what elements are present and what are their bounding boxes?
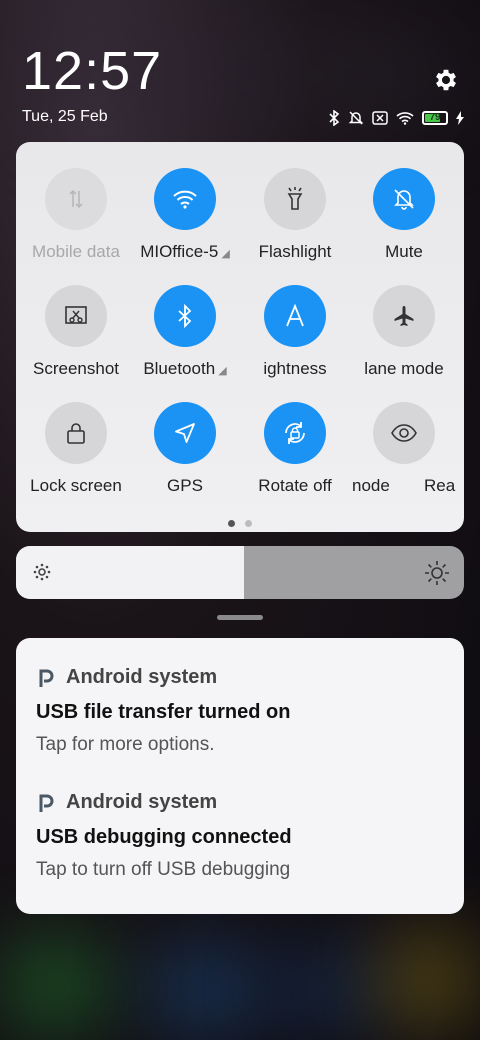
notification-title: USB file transfer turned on <box>36 701 291 723</box>
tile-auto-brightness[interactable]: ightness <box>235 285 355 379</box>
tile-label: ightness <box>263 359 327 378</box>
tile-bluetooth[interactable]: Bluetooth ◢ <box>125 285 245 379</box>
tile-screenshot[interactable]: Screenshot <box>16 285 136 379</box>
notification-item[interactable]: Android system USB file transfer turned … <box>36 666 290 756</box>
notification-body: Tap to turn off USB debugging <box>36 859 291 880</box>
wifi-icon <box>396 112 414 125</box>
tile-lock-screen[interactable]: Lock screen <box>16 402 136 496</box>
tile-label: Lock screen <box>30 476 122 495</box>
expand-triangle-icon[interactable]: ◢ <box>215 365 226 377</box>
tile-label: node <box>352 476 390 495</box>
notification-body: Tap for more options. <box>36 734 215 755</box>
wallpaper-glow <box>380 930 480 1030</box>
no-sim-icon <box>372 111 388 125</box>
mobile-data-icon <box>69 189 83 209</box>
brightness-slider[interactable] <box>16 546 464 599</box>
tile-rotate-lock[interactable]: Rotate off <box>235 402 355 496</box>
gps-icon <box>175 423 195 443</box>
tile-icon-button[interactable] <box>373 168 435 230</box>
date[interactable]: Tue, 25 Feb <box>22 108 108 126</box>
tile-icon-button[interactable] <box>373 285 435 347</box>
tile-icon-button[interactable] <box>154 285 216 347</box>
reading-mode-icon <box>391 424 417 442</box>
wallpaper-glow <box>150 950 260 1030</box>
wallpaper-glow <box>0 940 110 1030</box>
notification-item[interactable]: Android system USB debugging connected T… <box>36 791 292 881</box>
notification-app-name: Android system <box>66 791 218 813</box>
wifi-icon <box>173 190 197 209</box>
brightness-low-icon <box>33 563 51 581</box>
gear-icon[interactable] <box>432 66 460 94</box>
page-dot[interactable] <box>245 520 252 527</box>
tile-icon-button[interactable] <box>45 168 107 230</box>
status-bar-icons: 79 <box>328 108 464 128</box>
notification-card: Android system USB file transfer turned … <box>16 638 464 914</box>
tile-flashlight[interactable]: Flashlight <box>235 168 355 262</box>
tile-mute[interactable]: Mute <box>344 168 464 262</box>
clock[interactable]: 12:57 <box>22 40 162 102</box>
android-system-icon <box>39 794 54 812</box>
page-indicator <box>16 520 464 527</box>
notification-app-name: Android system <box>66 666 218 688</box>
notification-title: USB debugging connected <box>36 826 292 848</box>
tile-icon-button[interactable] <box>154 402 216 464</box>
flashlight-icon <box>287 187 303 210</box>
airplane-icon <box>394 306 414 326</box>
page-dot[interactable] <box>228 520 235 527</box>
rotate-lock-icon <box>285 422 305 444</box>
tile-icon-button[interactable] <box>154 168 216 230</box>
tile-gps[interactable]: GPS <box>125 402 245 496</box>
android-system-icon <box>39 669 54 687</box>
mute-icon <box>394 189 414 210</box>
bluetooth-icon <box>329 110 340 126</box>
auto-brightness-icon <box>286 304 304 327</box>
wallpaper-glow <box>280 950 380 1030</box>
quick-settings-panel: Mobile data MIOffice-5 ◢ Flashlight Mute… <box>16 142 464 532</box>
tile-label-partial[interactable]: Rea <box>424 476 464 496</box>
tile-label: Rotate off <box>258 476 332 495</box>
tile-label: Flashlight <box>258 242 332 261</box>
tile-mobile-data[interactable]: Mobile data <box>16 168 136 262</box>
tile-label: Mute <box>385 242 423 261</box>
tile-airplane-mode[interactable]: lane mode <box>344 285 464 379</box>
tile-icon-button[interactable] <box>45 285 107 347</box>
mute-icon <box>348 111 364 125</box>
battery-icon: 79 <box>422 111 448 125</box>
tile-icon-button[interactable] <box>264 285 326 347</box>
tile-icon-button[interactable] <box>45 402 107 464</box>
lock-icon <box>67 423 85 444</box>
charging-icon <box>456 111 464 125</box>
tile-label: Mobile data <box>32 242 120 261</box>
battery-level: 79 <box>429 112 441 123</box>
drag-handle[interactable] <box>217 615 263 620</box>
tile-icon-button[interactable] <box>264 168 326 230</box>
tile-icon-button[interactable] <box>264 402 326 464</box>
brightness-high-icon <box>425 561 449 585</box>
tile-label: Screenshot <box>33 359 119 378</box>
tile-label: lane mode <box>364 359 444 378</box>
tile-wifi[interactable]: MIOffice-5 ◢ <box>125 168 245 262</box>
expand-triangle-icon[interactable]: ◢ <box>218 248 229 260</box>
tile-label: Bluetooth ◢ <box>143 359 227 378</box>
bluetooth-icon <box>178 304 192 328</box>
screenshot-icon <box>65 306 87 324</box>
tile-label: MIOffice-5 ◢ <box>140 242 230 261</box>
tile-label: GPS <box>167 476 203 495</box>
tile-icon-button[interactable] <box>373 402 435 464</box>
